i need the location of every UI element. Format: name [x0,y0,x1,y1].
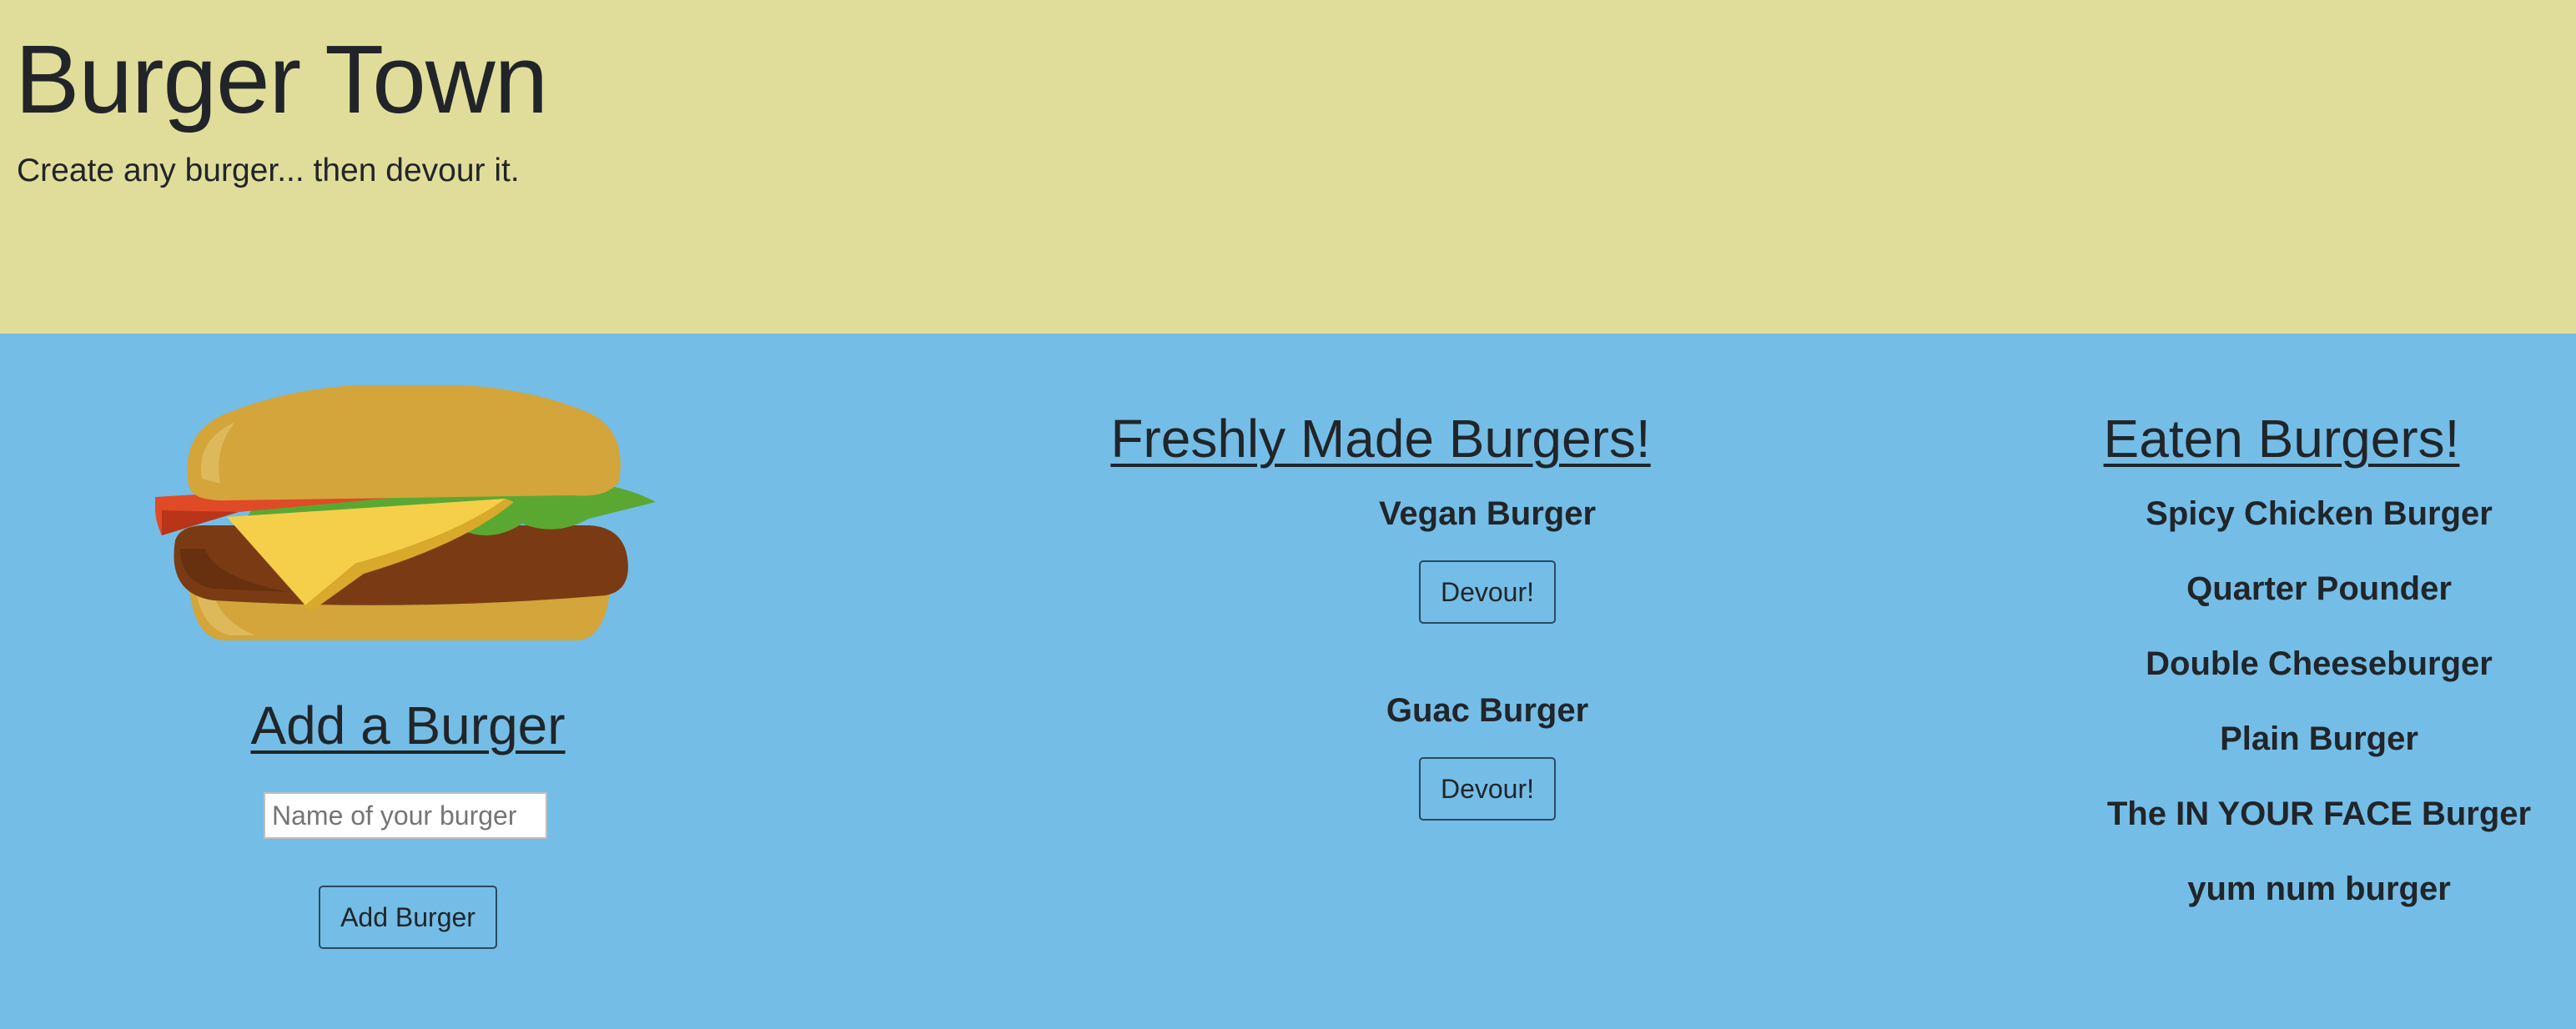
eaten-burger-item: Quarter Pounder [2077,569,2561,644]
fresh-burger-name: Guac Burger [1386,692,1589,729]
eaten-burger-name: Double Cheeseburger [2146,645,2493,682]
fresh-burgers-heading: Freshly Made Burgers! [1110,409,1651,469]
add-burger-heading: Add a Burger [250,695,566,755]
fresh-burger-item: Guac Burger Devour! [943,690,1819,821]
add-burger-button[interactable]: Add Burger [319,886,497,949]
eaten-burger-name: Plain Burger [2220,720,2418,757]
eaten-burger-name: Quarter Pounder [2186,570,2452,607]
devour-button[interactable]: Devour! [1419,560,1556,624]
eaten-burger-name: The IN YOUR FACE Burger [2106,796,2532,832]
fresh-burger-name: Vegan Burger [1378,495,1597,532]
eaten-burger-item: Double Cheeseburger [2077,644,2561,719]
devour-button[interactable]: Devour! [1419,757,1556,821]
header-jumbotron: Burger Town Create any burger... then de… [0,0,2576,334]
eaten-burger-item: Spicy Chicken Burger [2077,494,2561,569]
eaten-burger-name: yum num burger [2187,871,2451,907]
site-title: Burger Town [15,25,548,133]
burger-name-input[interactable] [264,792,547,839]
burger-illustration-icon [155,385,656,640]
eaten-burger-item: The IN YOUR FACE Burger [2077,794,2561,869]
eaten-burger-item: yum num burger [2077,869,2561,944]
eaten-burger-item: Plain Burger [2077,719,2561,794]
eaten-burgers-list: Spicy Chicken Burger Quarter Pounder Dou… [2077,494,2561,944]
site-tagline: Create any burger... then devour it. [17,153,520,188]
main-content: Add a Burger Add Burger Freshly Made Bur… [0,334,2576,1029]
eaten-burger-name: Spicy Chicken Burger [2146,495,2493,532]
eaten-burgers-heading: Eaten Burgers! [2103,409,2460,469]
fresh-burger-item: Vegan Burger Devour! [943,494,1819,624]
